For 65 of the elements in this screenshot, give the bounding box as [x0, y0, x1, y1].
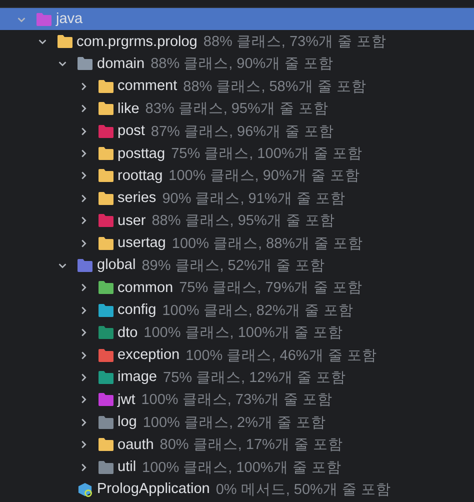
- tree-row[interactable]: exception 100% 클래스, 46%개 줄 포함: [0, 344, 474, 366]
- coverage-text: 100% 클래스, 100%개 줄 포함: [142, 458, 342, 476]
- coverage-text: 100% 클래스, 82%개 줄 포함: [162, 302, 354, 320]
- tree-row[interactable]: log 100% 클래스, 2%개 줄 포함: [0, 411, 474, 434]
- tree-row[interactable]: PrologApplication 0% 메서드, 50%개 줄 포함: [0, 478, 474, 501]
- tree-row[interactable]: post 87% 클래스, 96%개 줄 포함: [0, 120, 474, 142]
- coverage-text: 83% 클래스, 95%개 줄 포함: [145, 100, 328, 118]
- node-name: config: [118, 302, 156, 318]
- coverage-text: 88% 클래스, 90%개 줄 포함: [150, 55, 334, 74]
- tree-row[interactable]: dto 100% 클래스, 100%개 줄 포함: [0, 321, 474, 344]
- node-name: like: [118, 100, 140, 117]
- node-name: usertag: [118, 235, 166, 252]
- node-name: global: [97, 257, 136, 274]
- coverage-text: 100% 클래스, 100%개 줄 포함: [144, 324, 343, 342]
- coverage-text: 100% 클래스, 88%개 줄 포함: [172, 234, 364, 253]
- coverage-text: 100% 클래스, 2%개 줄 포함: [142, 414, 326, 432]
- tree-row[interactable]: global 89% 클래스, 52%개 줄 포함: [0, 254, 474, 277]
- tree-row[interactable]: config 100% 클래스, 82%개 줄 포함: [0, 299, 474, 322]
- coverage-text: 87% 클래스, 96%개 줄 포함: [150, 122, 334, 141]
- node-name: PrologApplication: [97, 481, 210, 498]
- coverage-text: 100% 클래스, 90%개 줄 포함: [168, 167, 360, 186]
- tree-row[interactable]: like 83% 클래스, 95%개 줄 포함: [0, 98, 474, 120]
- node-name: oauth: [118, 436, 154, 453]
- node-name: domain: [97, 56, 145, 72]
- tree-row[interactable]: domain 88% 클래스, 90%개 줄 포함: [0, 52, 474, 76]
- tree-row[interactable]: common 75% 클래스, 79%개 줄 포함: [0, 276, 474, 300]
- node-name: user: [118, 212, 146, 229]
- node-name: java: [56, 11, 83, 28]
- coverage-text: 100% 클래스, 46%개 줄 포함: [186, 346, 377, 365]
- coverage-text: 80% 클래스, 17%개 줄 포함: [160, 436, 343, 454]
- tree-row[interactable]: usertag 100% 클래스, 88%개 줄 포함: [0, 232, 474, 254]
- coverage-text: 88% 클래스, 73%개 줄 포함: [203, 33, 387, 52]
- tree-row[interactable]: util 100% 클래스, 100%개 줄 포함: [0, 456, 474, 478]
- coverage-text: 100% 클래스, 73%개 줄 포함: [141, 391, 332, 410]
- coverage-text: 0% 메서드, 50%개 줄 포함: [216, 480, 391, 499]
- tree-row[interactable]: oauth 80% 클래스, 17%개 줄 포함: [0, 433, 474, 456]
- class-icon: [77, 482, 93, 497]
- tree-row[interactable]: jwt 100% 클래스, 73%개 줄 포함: [0, 388, 474, 412]
- coverage-text: 75% 클래스, 12%개 줄 포함: [163, 368, 346, 387]
- node-name: series: [118, 190, 156, 206]
- coverage-text: 89% 클래스, 52%개 줄 포함: [142, 256, 325, 275]
- node-name: comment: [118, 78, 178, 94]
- node-name: log: [118, 414, 137, 430]
- node-name: post: [118, 123, 145, 140]
- node-name: util: [118, 459, 136, 475]
- node-name: common: [118, 280, 174, 296]
- tree-row[interactable]: com.prgrms.prolog 88% 클래스, 73%개 줄 포함: [0, 30, 474, 53]
- coverage-text: 88% 클래스, 95%개 줄 포함: [152, 212, 335, 230]
- node-name: dto: [118, 324, 138, 341]
- tree-row[interactable]: posttag 75% 클래스, 100%개 줄 포함: [0, 142, 474, 165]
- tree-row[interactable]: comment 88% 클래스, 58%개 줄 포함: [0, 75, 474, 98]
- coverage-text: 75% 클래스, 79%개 줄 포함: [179, 279, 362, 298]
- node-name: com.prgrms.prolog: [76, 34, 198, 50]
- node-name: exception: [118, 347, 180, 364]
- node-name: image: [118, 369, 157, 386]
- tree-row[interactable]: image 75% 클래스, 12%개 줄 포함: [0, 366, 474, 389]
- node-name: jwt: [118, 392, 136, 408]
- node-name: roottag: [118, 168, 163, 184]
- node-name: posttag: [118, 146, 166, 162]
- coverage-text: 75% 클래스, 100%개 줄 포함: [171, 145, 362, 164]
- coverage-text: 90% 클래스, 91%개 줄 포함: [162, 190, 346, 208]
- tree-row[interactable]: user 88% 클래스, 95%개 줄 포함: [0, 210, 474, 232]
- tree-row[interactable]: roottag 100% 클래스, 90%개 줄 포함: [0, 164, 474, 188]
- tree-row[interactable]: series 90% 클래스, 91%개 줄 포함: [0, 187, 474, 210]
- coverage-text: 88% 클래스, 58%개 줄 포함: [183, 78, 366, 96]
